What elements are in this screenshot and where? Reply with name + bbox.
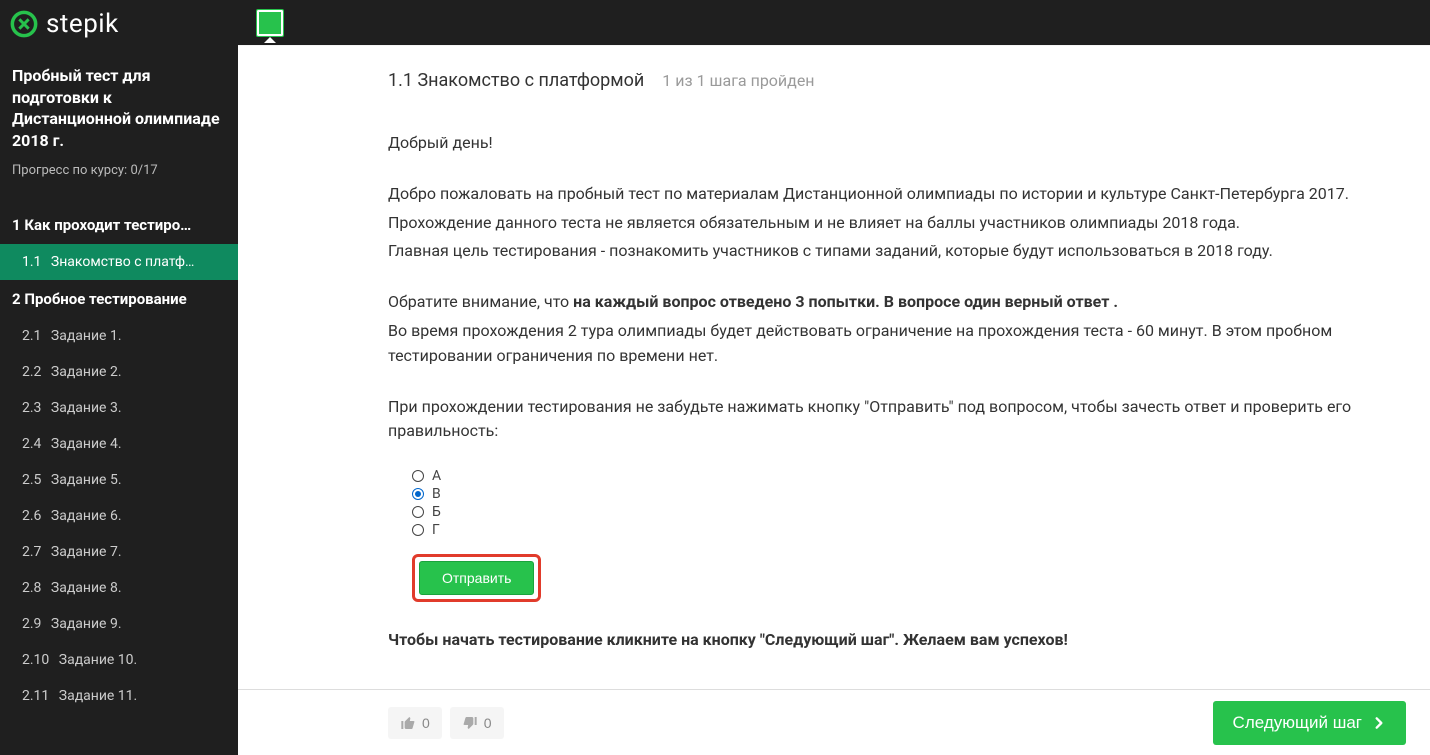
quiz-option: Г <box>412 522 1390 538</box>
quiz-option-label: В <box>432 486 441 502</box>
nav-item-number: 2.1 <box>22 328 41 344</box>
nav-item-number: 1.1 <box>22 254 41 270</box>
step-progress-text: 1 из 1 шага пройден <box>662 71 814 90</box>
submit-hint: При прохождении тестирования не забудьте… <box>388 395 1390 445</box>
nav-item-number: 2.2 <box>22 364 41 380</box>
sidebar-item-1.1[interactable]: 1.1 Знакомство с платф… <box>0 244 238 280</box>
nav-item-title: Задание 5. <box>47 472 121 488</box>
quiz-option-label: А <box>432 468 441 484</box>
sidebar-item-2.2[interactable]: 2.2 Задание 2. <box>0 354 238 390</box>
quiz-option: В <box>412 486 1390 502</box>
nav-item-number: 2.10 <box>22 652 49 668</box>
greeting: Добрый день! <box>388 131 1390 156</box>
lesson-footer: 0 0 Следующий шаг <box>238 689 1430 755</box>
course-nav: 1 Как проходит тестиро…1.1 Знакомство с … <box>0 206 238 714</box>
nav-item-number: 2.7 <box>22 544 41 560</box>
quiz-option-label: Г <box>432 522 440 538</box>
radio-empty-icon <box>412 470 424 482</box>
brand-logo[interactable]: stepik <box>0 0 238 45</box>
nav-item-number: 2.8 <box>22 580 41 596</box>
note-line: Обратите внимание, что на каждый вопрос … <box>388 290 1390 315</box>
sidebar-item-2.4[interactable]: 2.4 Задание 4. <box>0 426 238 462</box>
stepik-logo-icon <box>10 10 38 38</box>
step-pill-1[interactable] <box>256 9 284 37</box>
time-line: Во время прохождения 2 тура олимпиады бу… <box>388 319 1390 369</box>
example-submit-button: Отправить <box>419 561 534 595</box>
nav-item-number: 2.4 <box>22 436 41 452</box>
course-progress: Прогресс по курсу: 0/17 <box>12 163 226 178</box>
intro-line-1: Добро пожаловать на пробный тест по мате… <box>388 182 1390 207</box>
next-step-label: Следующий шаг <box>1233 713 1362 733</box>
sidebar-item-2.6[interactable]: 2.6 Задание 6. <box>0 498 238 534</box>
nav-item-title: Задание 2. <box>47 364 121 380</box>
chevron-right-icon <box>1372 714 1386 732</box>
lesson-title: 1.1 Знакомство с платформой <box>388 70 644 91</box>
nav-item-title: Задание 1. <box>47 328 121 344</box>
nav-item-title: Задание 4. <box>47 436 121 452</box>
thumbs-down-icon <box>462 715 478 731</box>
quiz-option-label: Б <box>432 504 441 520</box>
nav-item-title: Задание 10. <box>55 652 137 668</box>
nav-item-title: Задание 7. <box>47 544 121 560</box>
radio-empty-icon <box>412 524 424 536</box>
start-instruction: Чтобы начать тестирование кликните на кн… <box>388 628 1390 653</box>
radio-empty-icon <box>412 506 424 518</box>
section-header[interactable]: 1 Как проходит тестиро… <box>0 206 238 244</box>
sidebar-item-2.5[interactable]: 2.5 Задание 5. <box>0 462 238 498</box>
step-bar <box>238 0 1430 45</box>
sidebar-item-2.10[interactable]: 2.10 Задание 10. <box>0 642 238 678</box>
next-step-button[interactable]: Следующий шаг <box>1213 701 1406 745</box>
sidebar-item-2.7[interactable]: 2.7 Задание 7. <box>0 534 238 570</box>
sidebar-item-2.8[interactable]: 2.8 Задание 8. <box>0 570 238 606</box>
thumbs-up-icon <box>400 715 416 731</box>
nav-item-title: Задание 9. <box>47 616 121 632</box>
quiz-option: Б <box>412 504 1390 520</box>
nav-item-number: 2.3 <box>22 400 41 416</box>
course-title[interactable]: Пробный тест для подготовки к Дистанцион… <box>12 65 226 151</box>
nav-item-number: 2.6 <box>22 508 41 524</box>
quiz-option: А <box>412 468 1390 484</box>
intro-line-3: Главная цель тестирования - познакомить … <box>388 239 1390 264</box>
course-header: Пробный тест для подготовки к Дистанцион… <box>0 45 238 188</box>
nav-item-title: Задание 8. <box>47 580 121 596</box>
nav-item-title: Задание 6. <box>47 508 121 524</box>
dislike-count: 0 <box>484 715 492 731</box>
nav-item-title: Задание 3. <box>47 400 121 416</box>
sidebar: stepik Пробный тест для подготовки к Дис… <box>0 0 238 755</box>
sidebar-item-2.1[interactable]: 2.1 Задание 1. <box>0 318 238 354</box>
intro-line-2: Прохождение данного теста не является об… <box>388 211 1390 236</box>
section-header[interactable]: 2 Пробное тестирование <box>0 280 238 318</box>
submit-highlight-box: Отправить <box>412 554 541 602</box>
main-area: 1.1 Знакомство с платформой 1 из 1 шага … <box>238 0 1430 755</box>
nav-item-number: 2.9 <box>22 616 41 632</box>
like-button[interactable]: 0 <box>388 707 442 739</box>
nav-item-number: 2.11 <box>22 688 49 704</box>
nav-item-title: Знакомство с платф… <box>47 254 194 270</box>
example-quiz: АВБГ Отправить <box>388 462 1390 602</box>
lesson-body: Добрый день! Добро пожаловать на пробный… <box>388 131 1390 653</box>
radio-selected-icon <box>412 488 424 500</box>
sidebar-item-2.3[interactable]: 2.3 Задание 3. <box>0 390 238 426</box>
like-count: 0 <box>422 715 430 731</box>
lesson-header: 1.1 Знакомство с платформой 1 из 1 шага … <box>388 70 1390 91</box>
dislike-button[interactable]: 0 <box>450 707 504 739</box>
sidebar-item-2.9[interactable]: 2.9 Задание 9. <box>0 606 238 642</box>
sidebar-item-2.11[interactable]: 2.11 Задание 11. <box>0 678 238 714</box>
brand-name: stepik <box>46 9 119 39</box>
nav-item-title: Задание 11. <box>55 688 137 704</box>
lesson-content: 1.1 Знакомство с платформой 1 из 1 шага … <box>238 46 1430 755</box>
nav-item-number: 2.5 <box>22 472 41 488</box>
